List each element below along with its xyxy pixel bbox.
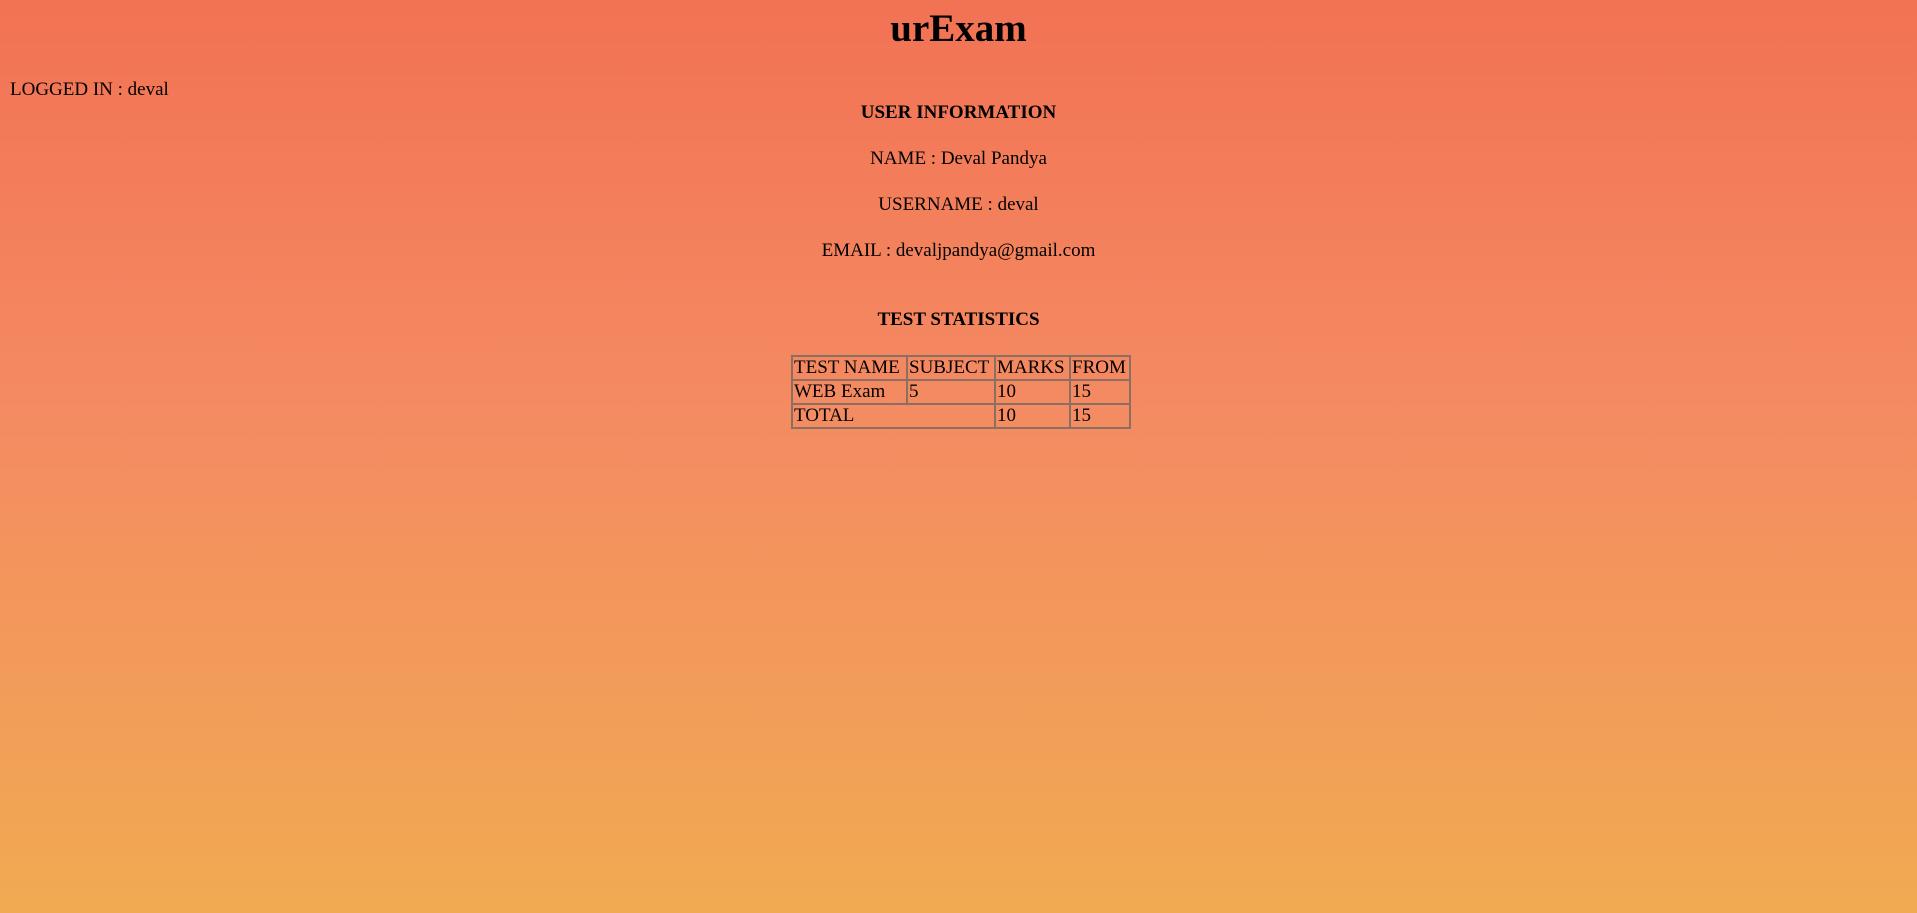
column-header-marks: MARKS (995, 356, 1070, 380)
username-line: USERNAME : deval (878, 194, 1039, 215)
cell-marks: 10 (995, 380, 1070, 404)
cell-subject: 5 (907, 380, 995, 404)
logged-in-status: LOGGED IN : deval (10, 79, 169, 100)
test-statistics-table: TEST NAME SUBJECT MARKS FROM WEB Exam 5 … (791, 355, 1131, 429)
total-marks: 10 (995, 404, 1070, 428)
column-header-from: FROM (1070, 356, 1130, 380)
column-header-test-name: TEST NAME (792, 356, 907, 380)
table-row: WEB Exam 5 10 15 (792, 380, 1130, 404)
total-label: TOTAL (792, 404, 995, 428)
cell-test-name: WEB Exam (792, 380, 907, 404)
site-title: urExam (890, 7, 1027, 50)
table-total-row: TOTAL 10 15 (792, 404, 1130, 428)
test-statistics-heading: TEST STATISTICS (877, 309, 1040, 330)
user-information-heading: USER INFORMATION (860, 102, 1057, 123)
email-line: EMAIL : devaljpandya@gmail.com (821, 240, 1096, 261)
total-from: 15 (1070, 404, 1130, 428)
table-header-row: TEST NAME SUBJECT MARKS FROM (792, 356, 1130, 380)
cell-from: 15 (1070, 380, 1130, 404)
column-header-subject: SUBJECT (907, 356, 995, 380)
user-name-line: NAME : Deval Pandya (870, 148, 1047, 169)
